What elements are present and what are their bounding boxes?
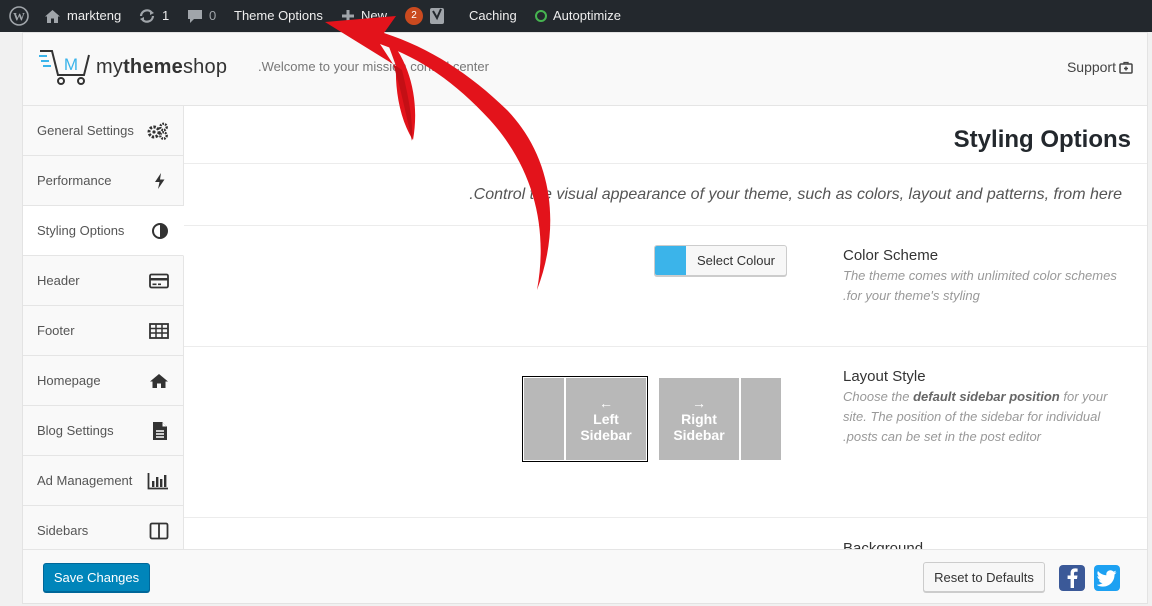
sidebar-item-performance[interactable]: Performance bbox=[23, 156, 183, 206]
autoptimize-label: Autoptimize bbox=[553, 8, 621, 23]
updates-count: 1 bbox=[162, 8, 170, 23]
layout-right-label: Sidebar bbox=[673, 427, 725, 443]
save-changes-button[interactable]: Save Changes bbox=[43, 563, 150, 592]
sidebar-item-label: Homepage bbox=[37, 373, 101, 388]
sidebar-item-homepage[interactable]: Homepage bbox=[23, 356, 183, 406]
theme-options-label: Theme Options bbox=[234, 8, 323, 23]
new-label: New bbox=[361, 8, 388, 23]
theme-options-link[interactable]: Theme Options bbox=[234, 0, 323, 32]
columns-icon bbox=[149, 522, 169, 539]
sidebar-item-ad-management[interactable]: Ad Management bbox=[23, 456, 183, 506]
panel-header: M mythemeshop .Welcome to your mission c… bbox=[23, 33, 1147, 106]
sidebar-item-label: Header bbox=[37, 273, 80, 288]
new-content-link[interactable]: New bbox=[341, 0, 387, 32]
updates-link[interactable]: 1 bbox=[138, 0, 169, 32]
divider bbox=[184, 163, 1147, 164]
card-icon bbox=[149, 273, 169, 288]
contrast-icon bbox=[152, 222, 168, 239]
theme-options-panel: M mythemeshop .Welcome to your mission c… bbox=[22, 32, 1148, 604]
sidebar-item-header[interactable]: Header bbox=[23, 256, 183, 306]
select-colour-button[interactable]: Select Colour bbox=[654, 245, 787, 276]
table-icon bbox=[149, 322, 169, 339]
bar-chart-icon bbox=[147, 472, 168, 489]
site-name: markteng bbox=[67, 8, 122, 23]
layout-left-label: Sidebar bbox=[580, 427, 632, 443]
sidebar-item-label: Blog Settings bbox=[37, 423, 114, 438]
color-swatch bbox=[655, 246, 686, 275]
comments-link[interactable]: 0 bbox=[187, 0, 216, 32]
sidebar-item-label: Performance bbox=[37, 173, 112, 188]
arrow-right-icon: → bbox=[692, 395, 706, 411]
caching-link[interactable]: Caching bbox=[469, 0, 517, 32]
bolt-icon bbox=[155, 172, 165, 189]
layout-style-description: Choose the default sidebar position for … bbox=[843, 389, 1108, 444]
document-icon bbox=[153, 421, 167, 440]
layout-left-label: Left bbox=[593, 411, 619, 427]
sidebar-item-label: Styling Options bbox=[37, 223, 125, 238]
seo-badge: 2 bbox=[405, 7, 423, 25]
home-icon bbox=[45, 9, 60, 23]
options-footer: Save Changes Reset to Defaults bbox=[23, 549, 1147, 603]
sidebar-item-label: Footer bbox=[37, 323, 75, 338]
plus-icon bbox=[342, 10, 354, 22]
divider bbox=[184, 346, 1147, 347]
divider bbox=[184, 517, 1147, 518]
sidebar-item-blog-settings[interactable]: Blog Settings bbox=[23, 406, 183, 456]
comment-icon bbox=[188, 9, 202, 23]
select-colour-label: Select Colour bbox=[696, 253, 776, 268]
facebook-icon[interactable] bbox=[1059, 565, 1085, 591]
svg-text:W: W bbox=[13, 10, 25, 24]
status-dot-icon bbox=[535, 10, 547, 22]
sidebar-item-label: Sidebars bbox=[37, 523, 89, 538]
twitter-icon[interactable] bbox=[1094, 565, 1120, 591]
site-name-link[interactable]: markteng bbox=[44, 0, 121, 32]
sidebar-item-general-settings[interactable]: General Settings bbox=[23, 106, 183, 156]
refresh-icon bbox=[139, 9, 155, 23]
sidebar-item-styling-options[interactable]: Styling Options bbox=[23, 206, 184, 256]
layout-right-label: Right bbox=[681, 411, 717, 427]
color-scheme-title: Color Scheme bbox=[843, 247, 939, 264]
admin-bar: W markteng 1 0 Theme Options New 2 Cachi… bbox=[0, 0, 1152, 32]
support-label: Support bbox=[1066, 59, 1116, 75]
color-scheme-description: The theme comes with unlimited color sch… bbox=[843, 268, 1117, 303]
seo-link[interactable]: 2 bbox=[405, 0, 445, 32]
section-intro: .Control the visual appearance of your t… bbox=[469, 186, 1122, 203]
options-sidebar: General Settings Performance Styling Opt… bbox=[23, 106, 184, 556]
yoast-icon bbox=[430, 8, 444, 24]
svg-text:M: M bbox=[64, 55, 78, 74]
comments-count: 0 bbox=[209, 8, 217, 23]
welcome-text: .Welcome to your mission control center bbox=[258, 59, 489, 74]
mythemeshop-logo: M mythemeshop bbox=[38, 48, 227, 86]
sidebar-item-footer[interactable]: Footer bbox=[23, 306, 183, 356]
medkit-icon bbox=[1119, 61, 1133, 74]
options-content: Styling Options .Control the visual appe… bbox=[184, 106, 1147, 557]
arrow-left-icon: ← bbox=[599, 395, 613, 411]
layout-left-sidebar-option[interactable]: ← Left Sidebar bbox=[522, 376, 648, 462]
support-link[interactable]: Support bbox=[1067, 59, 1133, 75]
layout-style-title: Layout Style bbox=[843, 368, 926, 385]
reset-defaults-button[interactable]: Reset to Defaults bbox=[923, 562, 1045, 592]
sidebar-item-label: Ad Management bbox=[37, 473, 133, 488]
logo-text: mythemeshop bbox=[96, 55, 228, 78]
layout-right-sidebar-option[interactable]: → Right Sidebar bbox=[659, 378, 781, 460]
sidebar-item-label: General Settings bbox=[37, 123, 134, 138]
caching-label: Caching bbox=[469, 8, 517, 23]
autoptimize-link[interactable]: Autoptimize bbox=[535, 0, 621, 32]
cart-logo-icon: M bbox=[39, 50, 90, 85]
home-icon bbox=[150, 373, 168, 388]
cogs-icon bbox=[147, 122, 168, 140]
divider bbox=[184, 225, 1147, 226]
wordpress-logo-icon[interactable]: W bbox=[9, 0, 29, 32]
page-title: Styling Options bbox=[953, 126, 1131, 153]
